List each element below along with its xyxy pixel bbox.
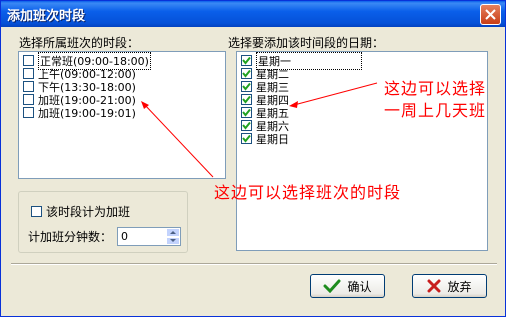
stepper-up-button[interactable] (166, 228, 180, 237)
shift-label-4: 加班(19:00-19:01) (38, 106, 136, 120)
check-icon (242, 69, 251, 78)
overtime-minutes-value[interactable]: 0 (121, 230, 128, 243)
day-label-6: 星期日 (256, 132, 289, 146)
shift-item-4[interactable]: 加班(19:00-19:01) (23, 106, 136, 120)
day-checkbox-2[interactable] (241, 81, 252, 92)
title-bar[interactable]: 添加班次时段 (1, 1, 505, 27)
shifts-annotation: 这边可以选择班次的时段 (214, 183, 402, 202)
days-annotation-line2: 一周上几天班 (384, 101, 487, 120)
check-icon (242, 82, 251, 91)
check-icon (242, 134, 251, 143)
ok-button[interactable]: 确认 (310, 274, 385, 298)
overtime-checkbox[interactable] (31, 206, 42, 217)
overtime-minutes-stepper[interactable]: 0 (117, 227, 181, 246)
cancel-button[interactable]: 放弃 (412, 274, 487, 298)
shift-list-label: 选择所属班次的时段： (19, 36, 140, 50)
days-annotation-line1: 这边可以选择 (384, 79, 487, 98)
separator (11, 263, 497, 265)
triangle-down-icon (170, 238, 176, 242)
overtime-checkbox-row[interactable]: 该时段计为加班 (31, 205, 131, 219)
close-button[interactable] (480, 4, 501, 25)
day-checkbox-1[interactable] (241, 68, 252, 79)
day-checkbox-3[interactable] (241, 94, 252, 105)
ok-button-label: 确认 (347, 279, 372, 294)
shift-list[interactable]: 正常班(09:00-18:00) 上午(09:00-12:00) 下午(13:3… (18, 51, 226, 179)
check-icon (242, 108, 251, 117)
check-icon (242, 56, 251, 65)
day-list-label: 选择要添加该时间段的日期： (228, 36, 385, 50)
shift-checkbox-0[interactable] (23, 55, 34, 66)
day-item-6[interactable]: 星期日 (241, 132, 289, 146)
dialog-window: 添加班次时段 选择所属班次的时段： 正常班(09:00-18:00) 上午(09… (0, 0, 506, 317)
cancel-button-label: 放弃 (447, 279, 472, 294)
shift-checkbox-3[interactable] (23, 94, 34, 105)
shift-checkbox-4[interactable] (23, 107, 34, 118)
shift-checkbox-2[interactable] (23, 81, 34, 92)
shift-checkbox-1[interactable] (23, 68, 34, 79)
stepper-down-button[interactable] (166, 236, 180, 245)
check-icon (242, 95, 251, 104)
day-checkbox-0[interactable] (241, 55, 252, 66)
overtime-minutes-label: 计加班分钟数： (28, 230, 113, 244)
day-checkbox-6[interactable] (241, 133, 252, 144)
window-title: 添加班次时段 (7, 9, 86, 24)
checkmark-icon (323, 279, 341, 293)
triangle-up-icon (170, 231, 176, 234)
overtime-checkbox-label: 该时段计为加班 (46, 205, 131, 219)
close-icon (485, 9, 496, 20)
day-checkbox-4[interactable] (241, 107, 252, 118)
day-checkbox-5[interactable] (241, 120, 252, 131)
check-icon (242, 121, 251, 130)
x-icon (427, 279, 441, 293)
